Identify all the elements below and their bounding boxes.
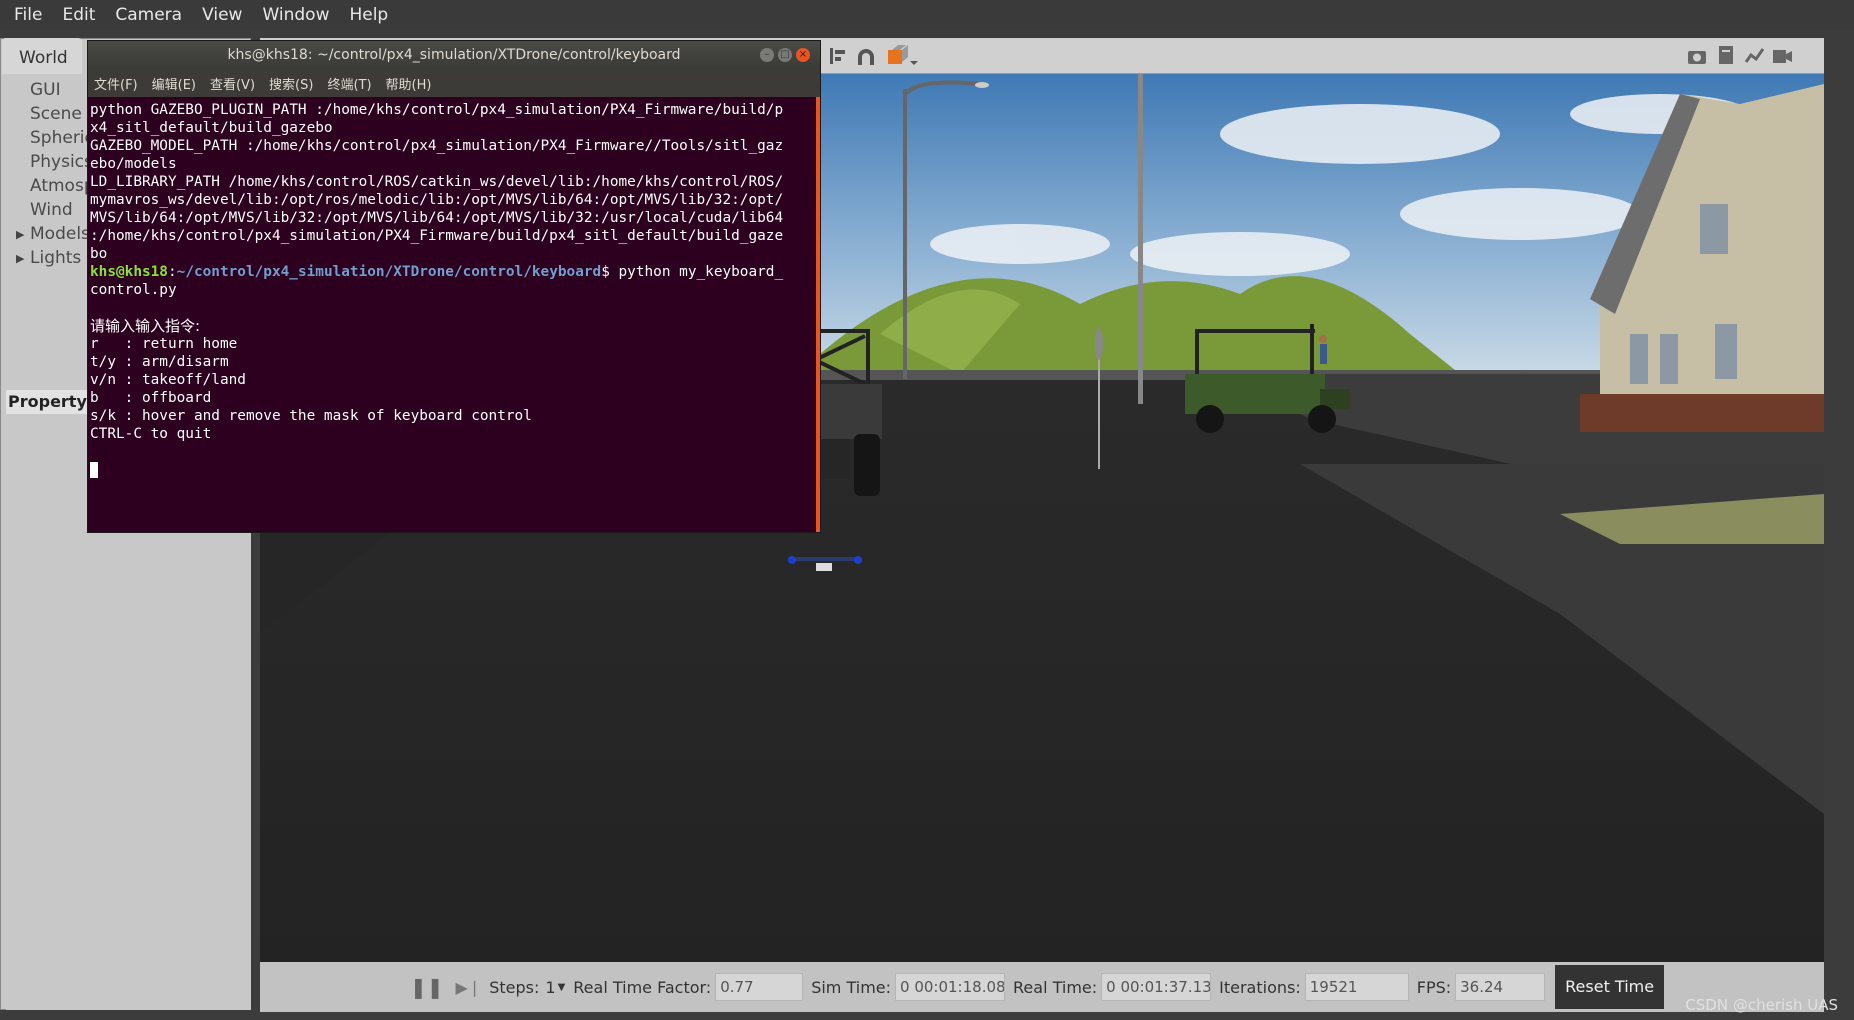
menubar: File Edit Camera View Window Help	[0, 0, 1854, 30]
terminal-cursor	[90, 462, 98, 478]
terminal-prompt-line: khs@khs18:~/control/px4_simulation/XTDro…	[90, 264, 784, 280]
tree-item-physics[interactable]: Physics	[30, 152, 93, 172]
tree-item-gui[interactable]: GUI	[30, 80, 61, 100]
plot-icon[interactable]	[1744, 48, 1765, 63]
tree-item-wind[interactable]: Wind	[30, 200, 73, 220]
iterations-label: Iterations:	[1219, 977, 1301, 997]
terminal-title[interactable]: khs@khs18: ~/control/px4_simulation/XTDr…	[88, 41, 820, 69]
terminal-menu-edit[interactable]: 编辑(E)	[152, 74, 196, 93]
fps-label: FPS:	[1416, 977, 1452, 997]
pause-icon[interactable]: ❚❚	[410, 975, 444, 999]
terminal-menubar: 文件(F) 编辑(E) 查看(V) 搜索(S) 终端(T) 帮助(H)	[88, 69, 820, 97]
step-icon[interactable]: ▶❘	[456, 978, 482, 997]
maximize-icon[interactable]: □	[778, 48, 792, 62]
pole	[1138, 74, 1143, 404]
real-time-field: 0 00:01:37.130	[1101, 973, 1212, 1001]
instruction-line: CTRL-C to quit	[90, 426, 212, 442]
tree-item-lights[interactable]: Lights	[30, 248, 81, 268]
terminal-window[interactable]: khs@khs18: ~/control/px4_simulation/XTDr…	[87, 40, 821, 533]
terminal-line: control.py	[90, 282, 177, 298]
terminal-line: :/home/khs/control/px4_simulation/PX4_Fi…	[90, 228, 784, 244]
screenshot-icon[interactable]	[1688, 51, 1706, 64]
terminal-line: MVS/lib/64:/opt/MVS/lib/32:/opt/MVS/lib/…	[90, 210, 784, 226]
prompt-path: ~/control/px4_simulation/XTDrone/control…	[176, 264, 602, 280]
tab-world-label: World	[19, 48, 68, 68]
tree-item-scene[interactable]: Scene	[30, 104, 82, 124]
terminal-output[interactable]: python GAZEBO_PLUGIN_PATH :/home/khs/con…	[88, 97, 816, 532]
terminal-line: bo	[90, 246, 108, 262]
instruction-line: v/n : takeoff/land	[90, 372, 246, 388]
steps-value[interactable]: 1	[545, 978, 555, 997]
tab-world[interactable]: World	[2, 38, 82, 74]
align-icon[interactable]	[830, 48, 845, 64]
sim-time-field: 0 00:01:18.084	[895, 973, 1006, 1001]
prompt-user: khs@khs18	[90, 264, 168, 280]
real-time-label: Real Time:	[1013, 977, 1098, 997]
menu-edit[interactable]: Edit	[52, 0, 105, 30]
terminal-menu-help[interactable]: 帮助(H)	[386, 74, 432, 93]
reset-time-button[interactable]: Reset Time	[1555, 965, 1665, 1009]
terminal-line: ebo/models	[90, 156, 177, 172]
log-icon[interactable]	[1719, 46, 1733, 64]
person	[1319, 335, 1327, 364]
sim-time-label: Sim Time:	[811, 977, 892, 997]
magnet-icon[interactable]	[858, 49, 874, 65]
menu-view[interactable]: View	[192, 0, 252, 30]
terminal-line: mymavros_ws/devel/lib:/opt/ros/melodic/l…	[90, 192, 784, 208]
rtf-field: 0.77	[715, 973, 804, 1001]
instruction-line: s/k : hover and remove the mask of keybo…	[90, 408, 532, 424]
watermark: CSDN @cherish UAS	[1685, 996, 1838, 1014]
tree-item-spherical[interactable]: Spheric	[30, 128, 94, 148]
terminal-menu-search[interactable]: 搜索(S)	[269, 74, 313, 93]
view-angle-icon[interactable]	[888, 45, 918, 65]
property-label: Property	[8, 392, 87, 411]
fps-field: 36.24	[1455, 973, 1546, 1001]
instruction-line: r : return home	[90, 336, 238, 352]
terminal-scrollbar[interactable]	[816, 97, 820, 532]
instruction-line: t/y : arm/disarm	[90, 354, 229, 370]
close-icon[interactable]: ×	[796, 48, 810, 62]
instructions-header: 请输入输入指令:	[90, 317, 201, 335]
time-panel: ❚❚ ▶❘ Steps: 1 ▼ Real Time Factor: 0.77 …	[260, 962, 1824, 1012]
tree-item-models[interactable]: Models	[30, 224, 90, 244]
tree-item-atmosphere[interactable]: Atmosp	[30, 176, 95, 196]
expand-models-icon[interactable]: ▶	[16, 228, 24, 241]
menu-window[interactable]: Window	[252, 0, 339, 30]
minimize-icon[interactable]: –	[760, 48, 774, 62]
menu-help[interactable]: Help	[339, 0, 398, 30]
rtf-label: Real Time Factor:	[573, 977, 712, 997]
terminal-menu-terminal[interactable]: 终端(T)	[327, 74, 371, 93]
instruction-line: b : offboard	[90, 390, 212, 406]
terminal-line: LD_LIBRARY_PATH /home/khs/control/ROS/ca…	[90, 174, 784, 190]
terminal-line: x4_sitl_default/build_gazebo	[90, 120, 333, 136]
expand-lights-icon[interactable]: ▶	[16, 252, 24, 265]
steps-label: Steps:	[489, 977, 540, 997]
prompt-command: $ python my_keyboard_	[601, 264, 784, 280]
iterations-field: 19521	[1304, 973, 1409, 1001]
menu-file[interactable]: File	[4, 0, 52, 30]
terminal-line: GAZEBO_MODEL_PATH :/home/khs/control/px4…	[90, 138, 784, 154]
terminal-menu-file[interactable]: 文件(F)	[94, 74, 138, 93]
steps-dropdown-icon[interactable]: ▼	[558, 982, 566, 993]
record-video-icon[interactable]	[1773, 50, 1792, 63]
menu-camera[interactable]: Camera	[105, 0, 192, 30]
terminal-line: python GAZEBO_PLUGIN_PATH :/home/khs/con…	[90, 102, 784, 118]
terminal-menu-view[interactable]: 查看(V)	[210, 74, 255, 93]
